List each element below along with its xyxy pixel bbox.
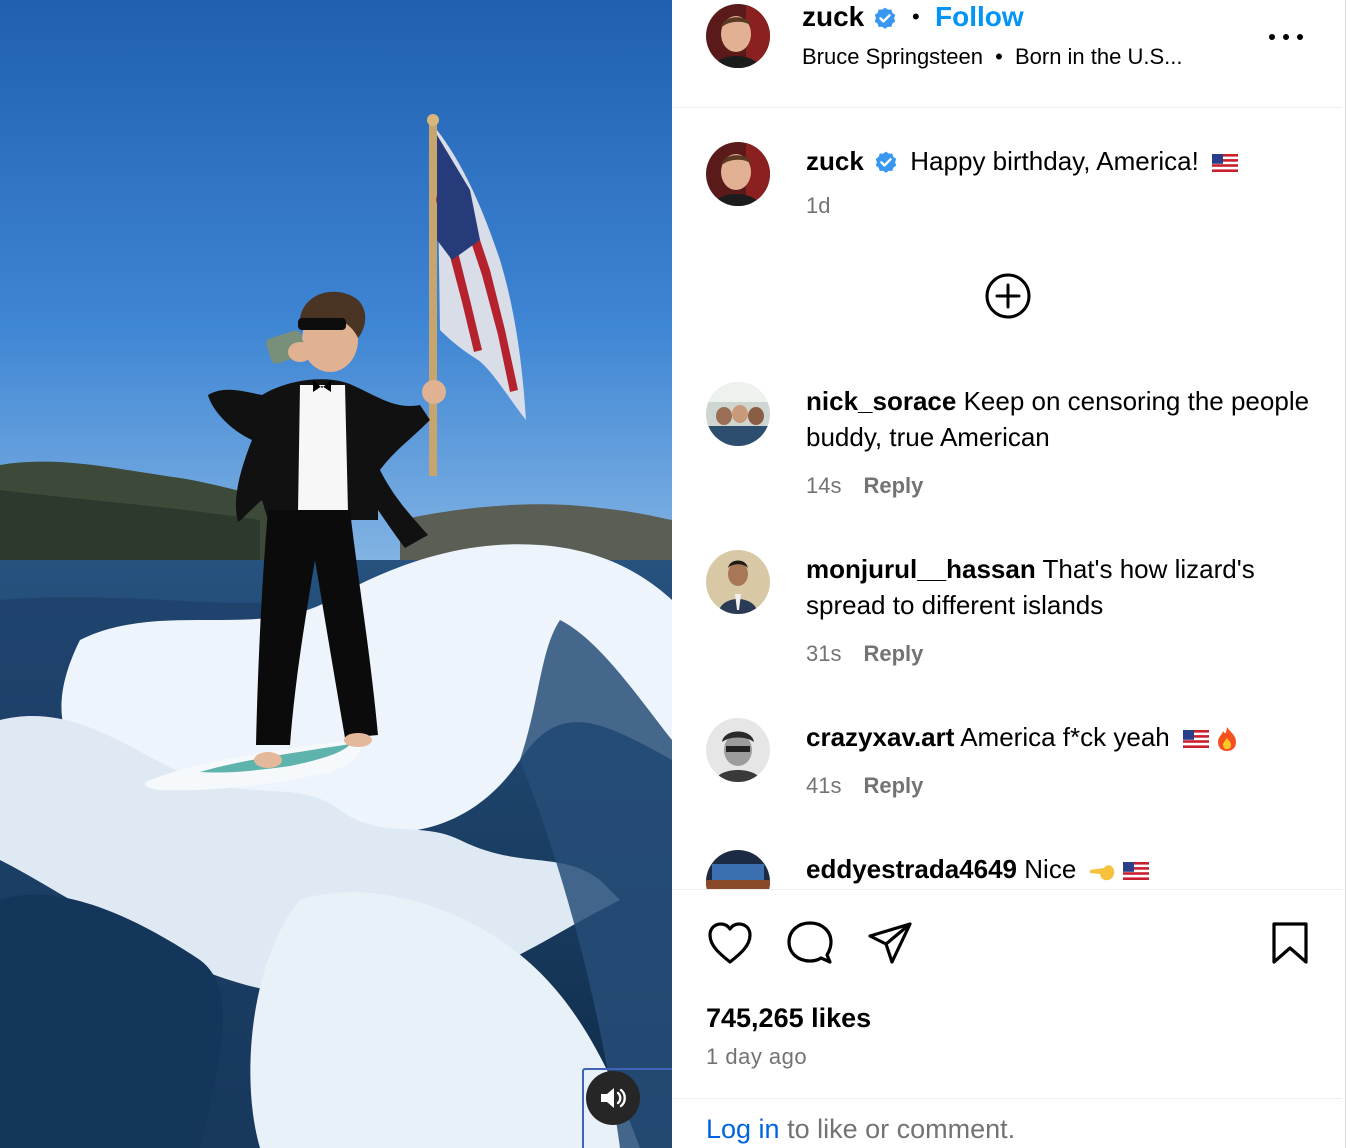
- comment-meta: 14s Reply: [806, 471, 923, 501]
- comment-text: crazyxav.art America f*ck yeah: [806, 719, 1326, 755]
- reply-button[interactable]: Reply: [863, 773, 923, 798]
- bookmark-icon[interactable]: [1270, 920, 1310, 966]
- comment-username[interactable]: crazyxav.art: [806, 722, 954, 752]
- heart-icon[interactable]: [706, 920, 754, 966]
- audio-track[interactable]: Born in the U.S...: [1015, 44, 1183, 69]
- audio-artist[interactable]: Bruce Springsteen: [802, 44, 983, 69]
- comment-bubble-icon[interactable]: [786, 920, 834, 966]
- login-link[interactable]: Log in: [706, 1114, 780, 1144]
- commenter-avatar[interactable]: [706, 550, 770, 614]
- us-flag-emoji-icon: [1212, 154, 1239, 173]
- more-options-icon[interactable]: [1266, 30, 1306, 44]
- commenter-avatar[interactable]: [706, 850, 770, 889]
- comments-thread[interactable]: zuck Happy birthday, America! 1d nick_so…: [672, 109, 1342, 889]
- comment-meta: 31s Reply: [806, 639, 923, 669]
- plus-circle-icon[interactable]: [984, 272, 1032, 320]
- video-frame-image: [0, 0, 672, 1148]
- header-separator: •: [912, 4, 920, 29]
- caption-avatar-image: [706, 142, 770, 206]
- caption-timestamp: 1d: [806, 193, 831, 218]
- audio-separator: •: [995, 44, 1003, 69]
- verified-badge-icon: [874, 7, 896, 29]
- comment-username[interactable]: monjurul__hassan: [806, 554, 1036, 584]
- commenter-avatar-image: [706, 718, 770, 782]
- commenter-avatar[interactable]: [706, 382, 770, 446]
- caption-username[interactable]: zuck: [806, 146, 864, 176]
- comment-timestamp: 14s: [806, 473, 842, 498]
- login-prompt: Log in to like or comment.: [672, 1098, 1342, 1148]
- comment-username[interactable]: nick_sorace: [806, 386, 956, 416]
- audio-attribution[interactable]: Bruce Springsteen • Born in the U.S...: [802, 42, 1182, 72]
- caption-body: Happy birthday, America!: [910, 146, 1199, 176]
- follow-button[interactable]: Follow: [935, 0, 1024, 34]
- commenter-avatar-image: [706, 382, 770, 446]
- login-prompt-suffix: to like or comment.: [779, 1114, 1016, 1144]
- post-actions: 745,265 likes 1 day ago: [672, 889, 1342, 1099]
- us-flag-emoji-icon: [1122, 862, 1149, 881]
- author-username-row[interactable]: zuck: [802, 0, 898, 34]
- post-date: 1 day ago: [706, 1044, 808, 1069]
- author-avatar-image: [706, 4, 770, 68]
- reply-button[interactable]: Reply: [863, 641, 923, 666]
- commenter-avatar-image: [706, 850, 770, 889]
- comment-meta: 41s Reply: [806, 771, 923, 801]
- post-details-panel: zuck • Follow Bruce Springsteen • Born i…: [672, 0, 1346, 1148]
- post-video[interactable]: [0, 0, 672, 1148]
- fire-emoji-icon: [1218, 727, 1237, 752]
- comment-body: America f*ck yeah: [960, 722, 1170, 752]
- comment-body: Nice: [1024, 854, 1077, 884]
- reply-button[interactable]: Reply: [863, 473, 923, 498]
- verified-badge-icon: [875, 151, 897, 173]
- caption-author-avatar[interactable]: [706, 142, 770, 206]
- post-header: zuck • Follow Bruce Springsteen • Born i…: [672, 0, 1342, 108]
- us-flag-emoji-icon: [1182, 730, 1209, 749]
- author-avatar[interactable]: [706, 4, 770, 68]
- paper-plane-icon[interactable]: [866, 920, 914, 966]
- comment-text: eddyestrada4649 Nice: [806, 851, 1326, 887]
- comment-timestamp: 31s: [806, 641, 842, 666]
- author-username[interactable]: zuck: [802, 1, 864, 32]
- comment-text: nick_sorace Keep on censoring the people…: [806, 383, 1326, 455]
- speaker-icon: [601, 1088, 626, 1108]
- pointing-hand-emoji-icon: [1089, 865, 1114, 881]
- caption-text: zuck Happy birthday, America!: [806, 143, 1326, 179]
- commenter-avatar-image: [706, 550, 770, 614]
- login-prompt-text: Log in to like or comment.: [706, 1111, 1015, 1147]
- likes-count[interactable]: 745,265 likes: [706, 1000, 871, 1036]
- mute-toggle-button[interactable]: [586, 1071, 640, 1125]
- commenter-avatar[interactable]: [706, 718, 770, 782]
- comment-text: monjurul__hassan That's how lizard's spr…: [806, 551, 1326, 623]
- comment-timestamp: 41s: [806, 773, 842, 798]
- comment-username[interactable]: eddyestrada4649: [806, 854, 1017, 884]
